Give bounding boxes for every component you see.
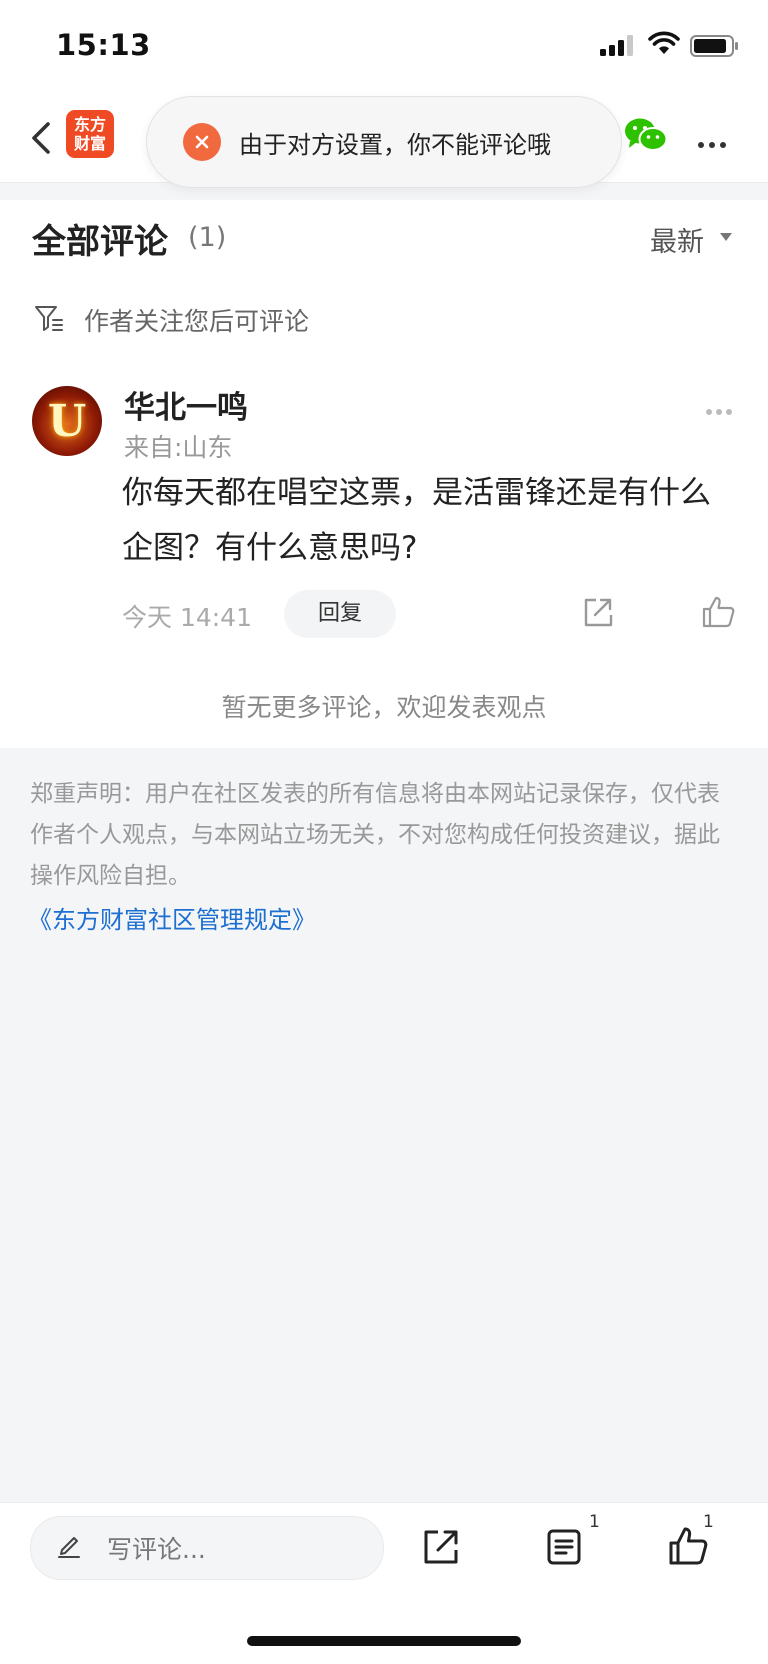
share-icon — [584, 598, 613, 627]
comment-count: (1) — [188, 222, 227, 253]
toast-message: 由于对方设置，你不能评论哦 — [239, 130, 551, 159]
status-time: 15:13 — [56, 28, 151, 62]
pencil-icon — [57, 1533, 81, 1563]
like-button[interactable] — [668, 1526, 708, 1570]
chevron-left-icon — [32, 122, 50, 154]
comment-more-button[interactable] — [706, 400, 736, 419]
dot-icon — [726, 409, 732, 415]
disclaimer-text: 郑重声明：用户在社区发表的所有信息将由本网站记录保存，仅代表作者个人观点，与本网… — [30, 781, 720, 889]
dot-icon — [706, 409, 712, 415]
back-button[interactable] — [24, 118, 64, 158]
community-rules-link[interactable]: 《东方财富社区管理规定》 — [28, 900, 316, 935]
comment-text: 你每天都在唱空这票，是活雷锋还是有什么企图？有什么意思吗? — [122, 475, 711, 566]
like-count-badge: 1 — [703, 1512, 714, 1532]
share-icon — [424, 1530, 458, 1564]
dot-icon — [698, 142, 704, 148]
comment-username[interactable]: 华北一鸣 — [124, 382, 248, 427]
avatar-letter: U — [47, 396, 87, 447]
comment-time: 今天 14:41 — [122, 603, 252, 632]
dot-icon — [716, 409, 722, 415]
app-logo: 东方 财富 — [66, 110, 114, 158]
sort-dropdown[interactable]: 最新 — [650, 220, 704, 259]
comment-restriction-notice: 作者关注您后可评论 — [84, 307, 310, 336]
comment-share-button[interactable] — [582, 597, 614, 633]
close-circle-icon — [183, 123, 221, 161]
more-options-button[interactable] — [698, 133, 731, 152]
comment-count-badge: 1 — [589, 1512, 600, 1532]
home-indicator — [247, 1636, 521, 1646]
section-title: 全部评论 — [32, 222, 168, 262]
comment-location: 来自:山东 — [124, 433, 233, 462]
write-comment-input[interactable]: 写评论... — [30, 1516, 384, 1580]
thumbs-up-icon — [669, 1527, 708, 1565]
share-button[interactable] — [422, 1528, 460, 1570]
filter-icon — [34, 304, 66, 338]
no-more-comments-text: 暂无更多评论，欢迎发表观点 — [221, 693, 547, 722]
avatar[interactable]: U — [32, 386, 102, 456]
battery-icon — [690, 35, 740, 61]
logo-line2: 财富 — [73, 134, 106, 153]
logo-line1: 东方 — [73, 115, 106, 134]
thumbs-up-icon — [702, 596, 735, 628]
comment-input-placeholder: 写评论... — [107, 1535, 206, 1564]
comment-list-button[interactable] — [546, 1528, 582, 1570]
cellular-signal-icon — [600, 34, 636, 60]
caret-down-icon — [720, 233, 732, 241]
error-toast: 由于对方设置，你不能评论哦 — [146, 96, 622, 188]
wifi-icon — [648, 31, 680, 59]
reply-button[interactable]: 回复 — [284, 590, 396, 638]
comment-like-button[interactable] — [702, 596, 736, 632]
dot-icon — [709, 142, 715, 148]
wechat-icon — [625, 118, 668, 151]
dot-icon — [720, 142, 726, 148]
document-list-icon — [547, 1529, 581, 1565]
wechat-share-button[interactable] — [624, 117, 668, 157]
